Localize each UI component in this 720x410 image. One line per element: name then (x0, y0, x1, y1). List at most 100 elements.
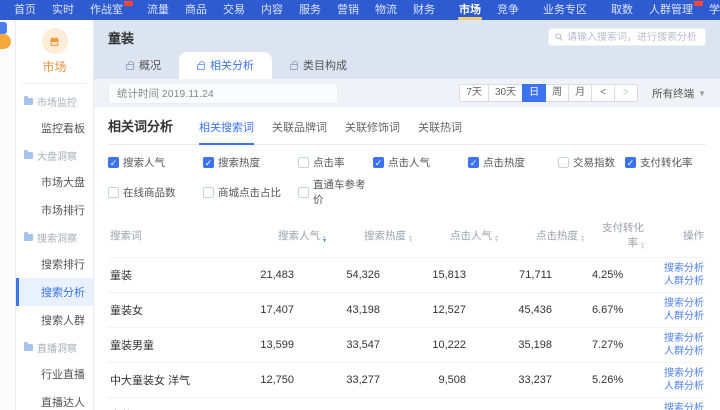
metric-checkbox[interactable]: ✓搜索人气 (108, 155, 203, 170)
crowd-analysis-link[interactable]: 人群分析 (652, 380, 704, 393)
period-button[interactable]: > (614, 84, 638, 102)
nav-item[interactable]: 业务专区 (535, 0, 595, 20)
sidebar-item[interactable]: 市场大盘 (16, 168, 93, 196)
search-input[interactable] (567, 32, 699, 43)
sidebar-item[interactable]: 监控看板 (16, 114, 93, 142)
market-module-icon (42, 28, 68, 54)
action-cell: 搜索分析人群分析 (652, 363, 706, 398)
column-header[interactable]: 点击热度▴▾ (506, 213, 592, 258)
nav-item[interactable]: 竞争 (489, 0, 527, 20)
tab-item[interactable]: 概况 (108, 52, 179, 79)
nav-item[interactable]: 作战室 (82, 0, 131, 20)
sidebar-item[interactable]: 市场排行 (16, 196, 93, 224)
sort-icon[interactable]: ▴▾ (641, 242, 644, 250)
metric-checkbox[interactable]: 商城点击占比 (203, 185, 298, 200)
subtab-item[interactable]: 关联修饰词 (345, 119, 400, 135)
nav-item[interactable]: 商品 (177, 0, 215, 20)
nav-item[interactable]: 营销 (329, 0, 367, 20)
tab-item[interactable]: 相关分析 (179, 52, 272, 79)
crowd-analysis-link[interactable]: 人群分析 (652, 275, 704, 288)
search-analysis-link[interactable]: 搜索分析 (652, 402, 704, 410)
value-cell: 8,467 (420, 398, 506, 410)
edge-orange-badge[interactable] (0, 34, 11, 49)
search-analysis-link[interactable]: 搜索分析 (652, 262, 704, 275)
period-button[interactable]: 周 (545, 84, 569, 102)
metric-checkbox[interactable]: 交易指数 (558, 155, 625, 170)
sort-icon[interactable]: ▴▾ (581, 235, 584, 243)
value-cell: 15,813 (420, 258, 506, 293)
subtab-item[interactable]: 关联品牌词 (272, 119, 327, 135)
sidebar-item[interactable]: 直播达人 (16, 388, 93, 410)
metric-checkbox[interactable]: 直通车参考价 (298, 177, 373, 207)
period-button[interactable]: 7天 (459, 84, 489, 102)
sidebar-item[interactable]: 搜索排行 (16, 250, 93, 278)
subtab-item[interactable]: 相关搜索词 (199, 119, 254, 135)
keyword-cell: 童装男童 (108, 328, 248, 363)
tab-label: 概况 (139, 57, 161, 73)
date-controls: 7天30天日周月<> 所有终端 ▼ (459, 84, 706, 102)
metric-label: 点击人气 (388, 155, 430, 170)
nav-item[interactable]: 人群管理 (641, 0, 701, 20)
column-header[interactable]: 操作 (652, 213, 706, 258)
nav-item[interactable]: 流量 (139, 0, 177, 20)
metric-checkbox[interactable]: 在线商品数 (108, 185, 203, 200)
metric-checkbox[interactable]: ✓点击热度 (468, 155, 558, 170)
column-header[interactable]: 支付转化率▴▾ (592, 213, 652, 258)
metric-checkbox[interactable]: ✓支付转化率 (625, 155, 693, 170)
nav-item[interactable]: 物流 (367, 0, 405, 20)
metrics-row-1: ✓搜索人气✓搜索热度点击率✓点击人气✓点击热度交易指数✓支付转化率 (108, 155, 706, 170)
value-cell: 54,326 (334, 258, 420, 293)
sidebar-item[interactable]: 搜索分析 (16, 278, 93, 306)
lock-icon (126, 64, 134, 70)
metric-label: 搜索热度 (218, 155, 260, 170)
period-button[interactable]: 月 (568, 84, 592, 102)
metric-checkbox[interactable]: 点击率 (298, 155, 373, 170)
nav-item[interactable]: 首页 (6, 0, 44, 20)
nav-item[interactable]: 实时 (44, 0, 82, 20)
sidebar-item[interactable]: 搜索人群 (16, 306, 93, 334)
search-analysis-link[interactable]: 搜索分析 (652, 332, 704, 345)
crowd-analysis-link[interactable]: 人群分析 (652, 310, 704, 323)
nav-item[interactable]: 内容 (253, 0, 291, 20)
sort-icon[interactable]: ▴▾ (495, 235, 498, 243)
search-box[interactable] (548, 28, 706, 46)
sort-icon[interactable]: ▴▾ (323, 235, 326, 243)
column-header[interactable]: 点击人气▴▾ (420, 213, 506, 258)
nav-item[interactable]: 取数 (603, 0, 641, 20)
subtab-item[interactable]: 关联热词 (418, 119, 462, 135)
sidebar-item[interactable]: 行业直播 (16, 360, 93, 388)
stat-time[interactable]: 统计时间 2019.11.24 (108, 83, 338, 104)
nav-item[interactable]: 交易 (215, 0, 253, 20)
nav-item[interactable]: 市场 (451, 0, 489, 20)
nav-item[interactable]: 财务 (405, 0, 443, 20)
search-analysis-link[interactable]: 搜索分析 (652, 297, 704, 310)
crowd-analysis-link[interactable]: 人群分析 (652, 345, 704, 358)
analysis-panel: 相关词分析 相关搜索词关联品牌词关联修饰词关联热词 ✓搜索人气✓搜索热度点击率✓… (94, 107, 720, 410)
checkbox-icon (298, 187, 309, 198)
value-cell: 33,547 (334, 328, 420, 363)
value-cell: 10,222 (420, 328, 506, 363)
table-body: 童装21,48354,32615,81371,7114.25%搜索分析人群分析童… (108, 258, 706, 410)
table-row: 童装女17,40743,19812,52745,4366.67%搜索分析人群分析 (108, 293, 706, 328)
metric-checkbox[interactable]: ✓搜索热度 (203, 155, 298, 170)
period-button[interactable]: < (591, 84, 615, 102)
column-header[interactable]: 搜索词 (108, 213, 248, 258)
column-header[interactable]: 搜索人气▴▾ (248, 213, 334, 258)
column-header[interactable]: 搜索热度▴▾ (334, 213, 420, 258)
period-button[interactable]: 30天 (488, 84, 523, 102)
new-badge-icon (124, 1, 133, 6)
value-cell: 7.27% (592, 328, 652, 363)
sort-icon[interactable]: ▴▾ (409, 235, 412, 243)
nav-item[interactable]: 服务 (291, 0, 329, 20)
tab-item[interactable]: 类目构成 (272, 52, 365, 79)
nav-item[interactable]: 学院 (701, 0, 720, 20)
table-header-row: 搜索词搜索人气▴▾搜索热度▴▾点击人气▴▾点击热度▴▾支付转化率▴▾操作 (108, 213, 706, 258)
table-row: 童装男童13,59933,54710,22235,1987.27%搜索分析人群分… (108, 328, 706, 363)
sidebar-group-header: 市场监控 (16, 88, 93, 114)
search-analysis-link[interactable]: 搜索分析 (652, 367, 704, 380)
lock-icon (290, 64, 298, 70)
period-button[interactable]: 日 (522, 84, 546, 102)
terminal-dropdown[interactable]: 所有终端 ▼ (652, 86, 706, 101)
metrics-row-2: 在线商品数商城点击占比直通车参考价 (108, 177, 706, 207)
metric-checkbox[interactable]: ✓点击人气 (373, 155, 468, 170)
